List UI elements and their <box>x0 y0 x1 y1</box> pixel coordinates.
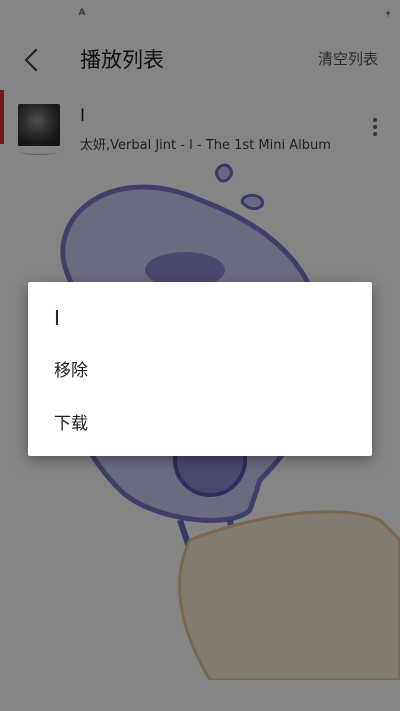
download-option-label: 下载 <box>54 414 88 434</box>
remove-option[interactable]: 移除 <box>28 342 372 394</box>
song-options-dialog: I 移除 下载 <box>28 282 372 456</box>
app-screen: 9:37 A 播放列表 清空列表 I 太妍,Verbal Jint - I - … <box>0 0 400 711</box>
remove-option-label: 移除 <box>54 361 88 381</box>
dialog-title: I <box>54 306 60 330</box>
download-option[interactable]: 下载 <box>28 395 372 447</box>
